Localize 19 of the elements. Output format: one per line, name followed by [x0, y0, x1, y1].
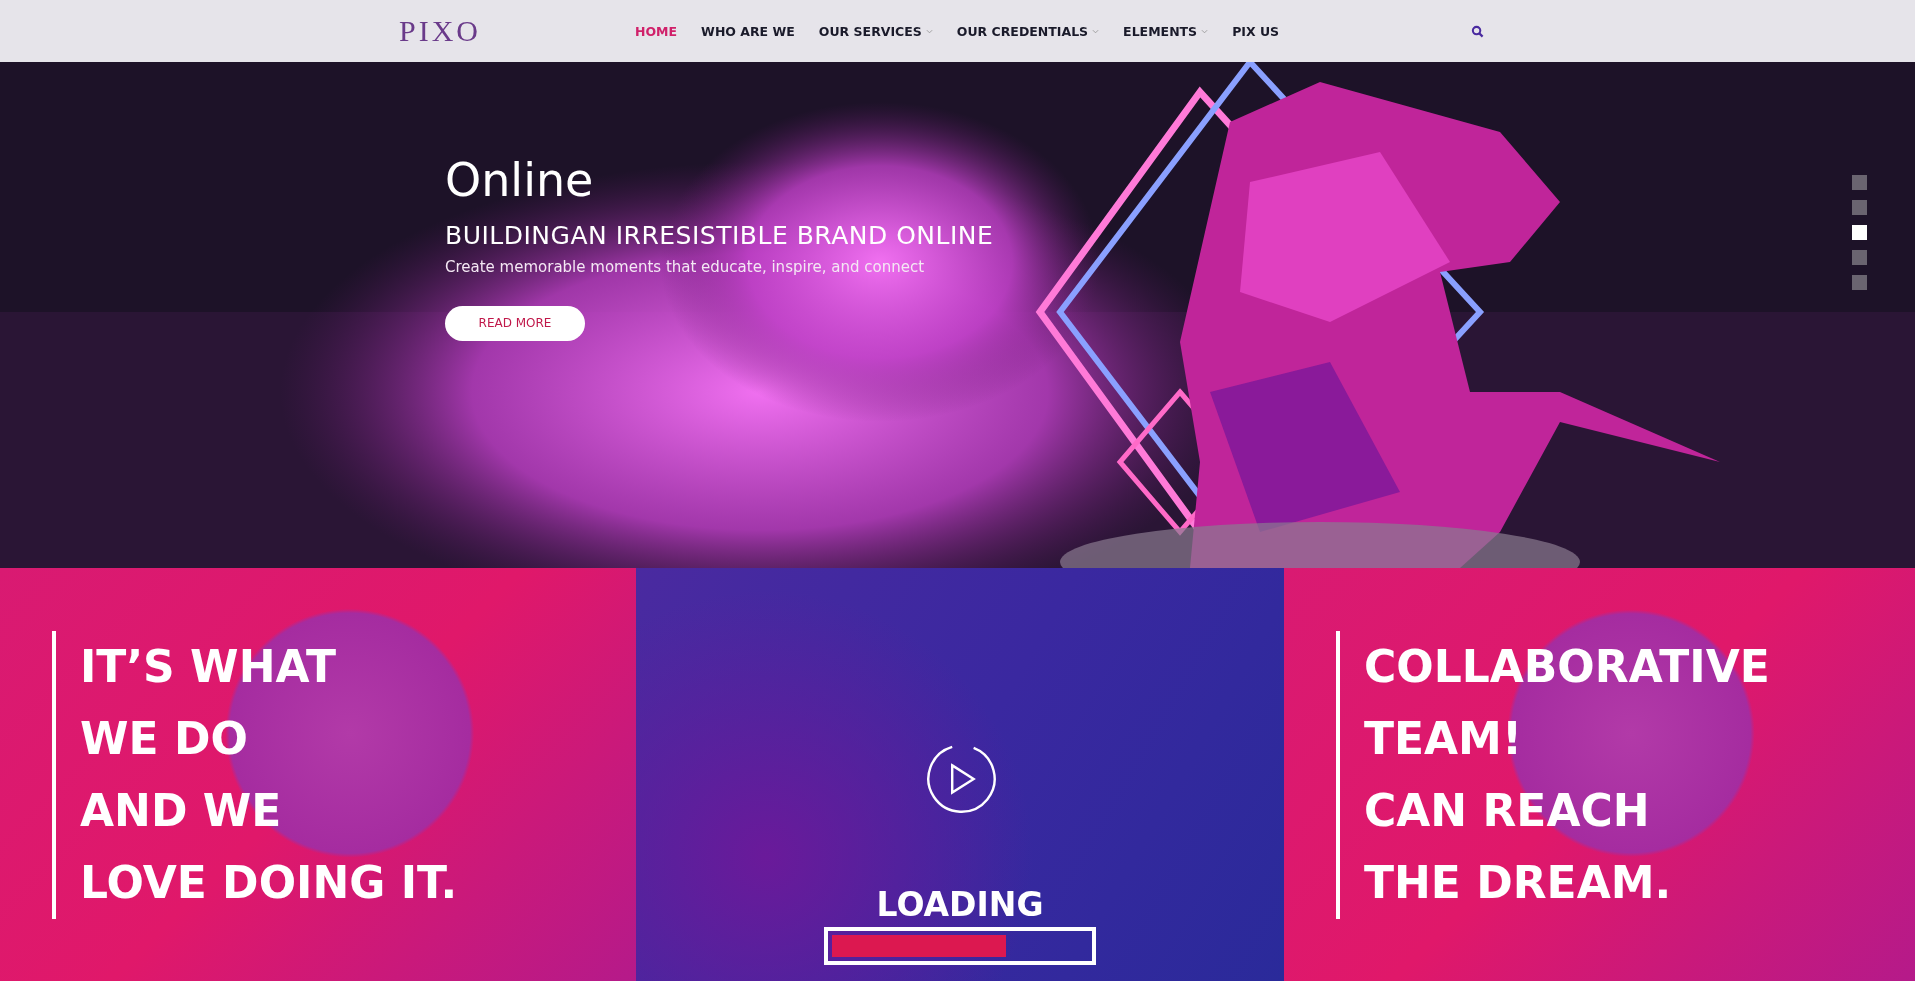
slide-indicator[interactable]	[1852, 250, 1867, 265]
search-icon[interactable]	[1471, 24, 1485, 38]
nav-link[interactable]: OUR CREDENTIALS	[956, 23, 1100, 39]
slide-indicator[interactable]	[1852, 275, 1867, 290]
slide-indicator[interactable]	[1852, 225, 1867, 240]
nav-link[interactable]: WHO ARE WE	[701, 23, 795, 39]
nav-link[interactable]: OUR SERVICES	[818, 23, 933, 39]
nav-link[interactable]: PIX US	[1232, 23, 1280, 39]
nav-link[interactable]: HOME	[635, 23, 678, 39]
logo[interactable]: PIXO	[395, 12, 485, 50]
read-more-button[interactable]: READ MORE	[445, 305, 585, 341]
slide-indicator[interactable]	[1852, 200, 1867, 215]
slide-indicator[interactable]	[1852, 175, 1867, 190]
nav-link[interactable]: ELEMENTS	[1123, 23, 1209, 39]
loading-label: LOADING	[876, 888, 1044, 921]
hero-headline: BUILDINGAN IRRESISTIBLE BRAND ONLINE	[445, 220, 994, 250]
panel-heading: COLLABORATIVE TEAM! CAN REACH THE DREAM.	[1336, 630, 1915, 919]
hero-subtitle: Create memorable moments that educate, inspire, and connect	[445, 257, 925, 276]
hero-title: Online	[445, 154, 594, 207]
